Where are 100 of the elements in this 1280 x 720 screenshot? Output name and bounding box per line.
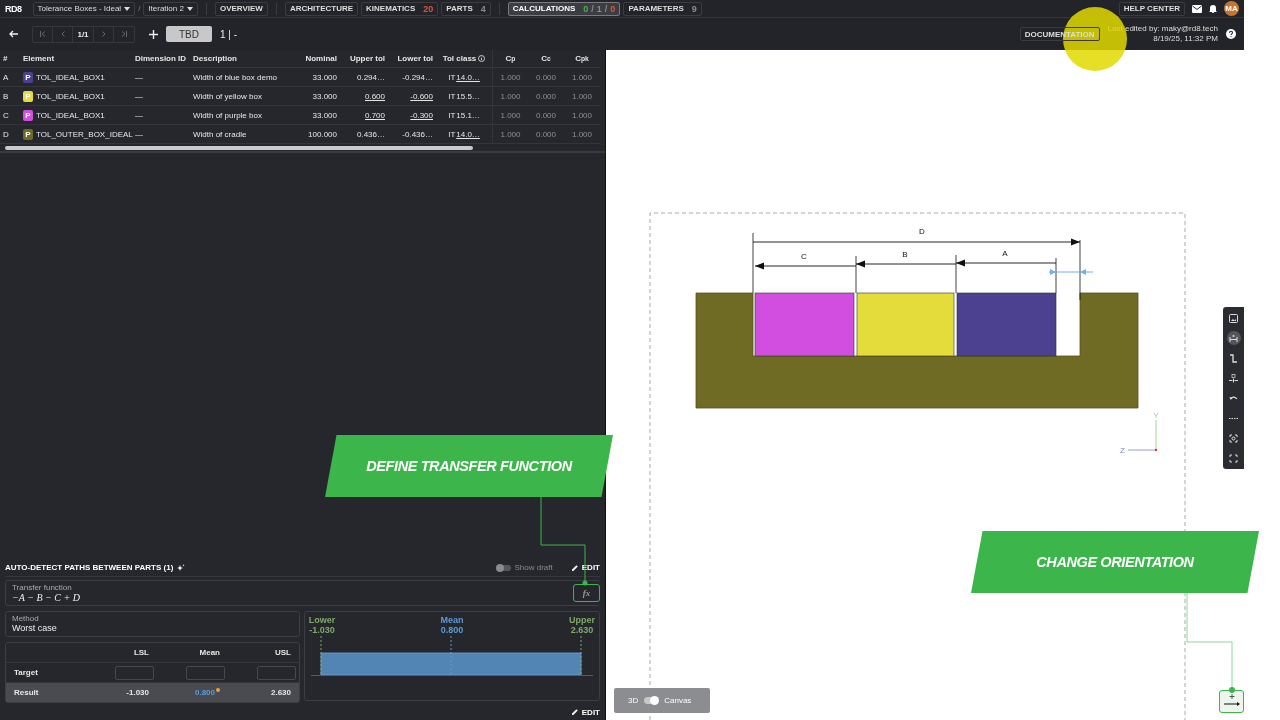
transfer-function-field[interactable]: Transfer function −A − B − C + D fx xyxy=(5,580,600,606)
marker-label: Lower xyxy=(308,615,336,625)
table-cell: C xyxy=(0,106,20,125)
part-badge: P xyxy=(23,109,33,121)
table-cell: 33.000 xyxy=(294,106,340,125)
method-field[interactable]: Method Worst case xyxy=(5,611,300,637)
tol-class-value: 15.5… xyxy=(456,91,480,101)
step-path-icon xyxy=(1229,353,1238,363)
table-cell[interactable]: 0.600 xyxy=(340,87,388,106)
last-page-icon xyxy=(121,31,127,37)
table-cell: 1.000 xyxy=(564,87,600,106)
tol-class-prefix: IT xyxy=(448,129,456,139)
tol-class-value[interactable]: 14.0… xyxy=(456,129,480,139)
tol-class-value: 15.1… xyxy=(456,110,480,120)
table-cell: — xyxy=(132,125,190,144)
column-header: Description xyxy=(190,50,294,68)
z-axis xyxy=(1127,448,1158,452)
pencil-icon xyxy=(570,708,579,716)
pencil-icon xyxy=(570,563,579,572)
column-header: Tol class xyxy=(442,54,477,63)
table-cell[interactable]: 0.700 xyxy=(340,106,388,125)
table-cell: 33.000 xyxy=(294,68,340,87)
table-cell[interactable]: -0.600 xyxy=(388,87,436,106)
table-cell: 1.000 xyxy=(492,106,528,125)
page-indicator: 1/1 xyxy=(73,26,94,42)
nav-tab[interactable]: PARAMETERS 9 xyxy=(623,1,702,16)
logo[interactable]: RD8 xyxy=(5,3,22,14)
callout-banner: DEFINE TRANSFER FUNCTION xyxy=(325,435,613,497)
element-name: TOL_OUTER_BOX_IDEAL xyxy=(36,129,133,139)
image-icon xyxy=(1229,313,1238,323)
part-badge: P xyxy=(23,128,33,140)
bell-icon[interactable] xyxy=(1209,4,1217,13)
mail-icon[interactable] xyxy=(1192,4,1202,13)
nav-tab[interactable]: ARCHITECTURE xyxy=(284,1,359,16)
extension-line xyxy=(1055,257,1057,294)
scrollbar[interactable] xyxy=(0,145,605,153)
info-icon[interactable] xyxy=(478,55,486,62)
row-label: Result xyxy=(13,688,40,697)
table-cell: -0.294… xyxy=(388,68,436,87)
nav-tab[interactable]: OVERVIEW xyxy=(214,1,268,16)
field-label: Transfer function xyxy=(12,583,73,592)
extension-line xyxy=(855,255,857,294)
back-arrow-icon[interactable] xyxy=(8,30,18,38)
table-cell: A xyxy=(0,68,20,87)
table-cell: 0.000 xyxy=(528,87,564,106)
callout-banner: CHANGE ORIENTATION xyxy=(971,531,1259,593)
box-part[interactable] xyxy=(956,292,1057,357)
nav-tab[interactable]: CALCULATIONS 0 / 1 / 0 xyxy=(507,1,621,16)
toggle-switch[interactable] xyxy=(496,564,511,571)
help-icon[interactable] xyxy=(1226,29,1236,39)
edit-button[interactable]: EDIT xyxy=(570,563,600,572)
plus-icon[interactable] xyxy=(149,29,158,39)
edit-button[interactable]: EDIT xyxy=(570,707,600,717)
dimension-label: D xyxy=(919,227,925,236)
column-header: Upper tol xyxy=(340,50,388,68)
help-center-button[interactable]: HELP CENTER xyxy=(1118,1,1185,16)
target-input[interactable] xyxy=(257,665,296,680)
breadcrumb-dropdown[interactable]: Tolerance Boxes - Ideal xyxy=(32,1,136,16)
table-cell: B xyxy=(0,87,20,106)
extension-line xyxy=(955,254,957,294)
table-cell: -0.436… xyxy=(388,125,436,144)
count-label: 1 xyxy=(596,3,602,14)
table-cell: — xyxy=(132,68,190,87)
nav-tab[interactable]: PARTS 4 xyxy=(441,1,491,16)
first-page-icon xyxy=(39,31,46,37)
target-input[interactable] xyxy=(115,665,154,680)
extension-line xyxy=(752,232,754,294)
user-avatar[interactable]: MA xyxy=(1224,1,1239,16)
column-header: Element xyxy=(20,50,132,68)
result-value: 2.630 xyxy=(269,688,292,697)
column-header: Nominal xyxy=(294,50,340,68)
dimension-icon xyxy=(1229,333,1238,343)
count-label: 9 xyxy=(691,3,697,14)
part-badge: P xyxy=(23,71,33,83)
element-name: TOL_IDEAL_BOX1 xyxy=(36,91,105,101)
tol-class-value[interactable]: 14.0… xyxy=(456,72,480,82)
column-header: # xyxy=(0,50,20,68)
tool-button[interactable] xyxy=(1226,431,1241,445)
axis-arrow-icon xyxy=(1221,692,1242,708)
box-part[interactable] xyxy=(754,292,855,357)
count-label: 0 xyxy=(610,3,616,14)
tool-button[interactable] xyxy=(1226,371,1241,385)
sparkle-icon[interactable] xyxy=(177,563,186,572)
tool-button[interactable] xyxy=(1226,311,1241,325)
axis-label: Y xyxy=(1153,411,1159,420)
nav-tab[interactable]: KINEMATICS 20 xyxy=(361,1,439,16)
count-label: / xyxy=(604,3,608,14)
orientation-button[interactable] xyxy=(1219,690,1244,713)
table-cell: 0.436… xyxy=(340,125,388,144)
table-cell[interactable]: -0.300 xyxy=(388,106,436,125)
count-label: / xyxy=(591,3,594,14)
breadcrumb-dropdown[interactable]: Iteration 2 xyxy=(143,1,198,16)
table-cell: 33.000 xyxy=(294,87,340,106)
target-input[interactable] xyxy=(186,665,225,680)
toggle-switch[interactable] xyxy=(644,697,659,704)
cradle-part[interactable] xyxy=(695,292,1139,409)
tool-button[interactable] xyxy=(1226,331,1241,345)
table-cell: — xyxy=(132,106,190,125)
count-label: 4 xyxy=(480,3,486,14)
extension-line xyxy=(1079,239,1081,301)
